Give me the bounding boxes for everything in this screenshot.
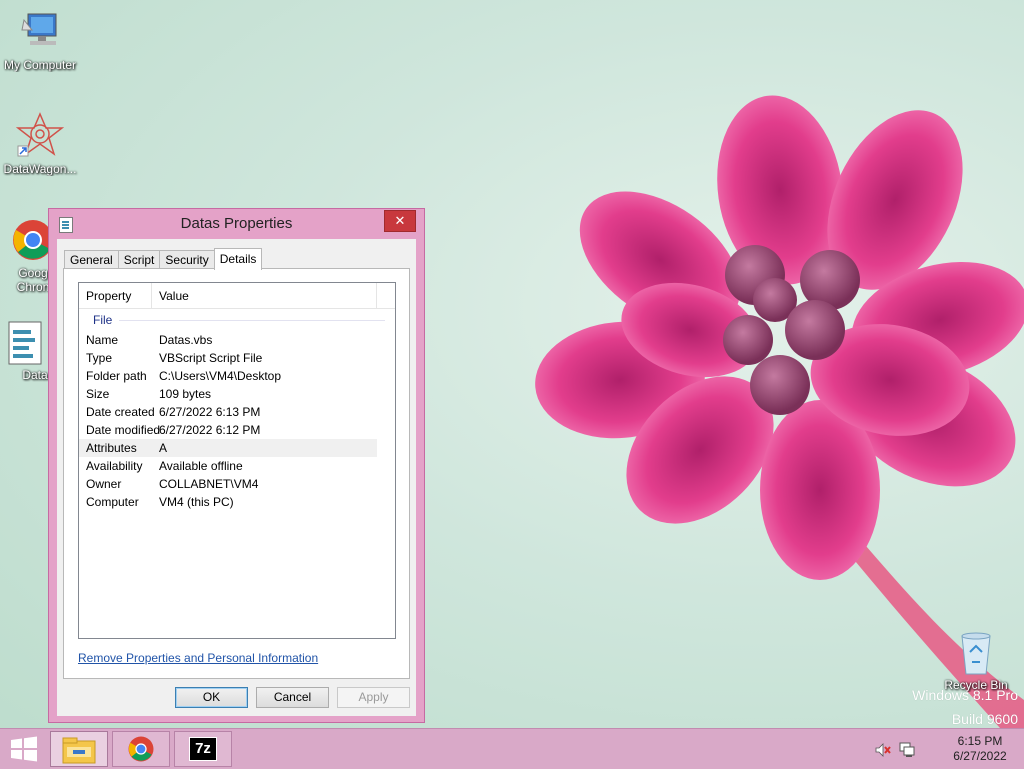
property-row[interactable]: Name Datas.vbs [79,331,377,349]
property-value: A [159,441,168,455]
property-row[interactable]: Computer VM4 (this PC) [79,493,377,511]
tab-general[interactable]: General [64,250,119,269]
network-icon[interactable] [899,741,915,757]
tab-details[interactable]: Details [213,248,263,270]
properties-dialog: Datas Properties ✕ General Script Securi… [48,208,425,723]
property-name: Size [86,387,110,401]
watermark-edition: Windows 8.1 Pro [912,687,1018,703]
chrome-icon [128,736,154,762]
property-value: Available offline [159,459,243,473]
property-name: Computer [86,495,139,509]
clock-date: 6/27/2022 [953,749,1007,763]
property-rows: Name Datas.vbs Type VBScript Script File Fol… [79,331,377,511]
property-row[interactable]: Type VBScript Script File [79,349,377,367]
tab-strip: General Script Security Details [64,248,263,270]
datawagon-icon [16,112,64,157]
taskbar: 7z 6:15 PM 6/27/2022 [0,728,1024,769]
desktop-icon-label: My Computer [3,58,77,72]
computer-icon [21,13,57,45]
desktop-icon-label: DataWagon... [3,162,77,176]
cancel-button[interactable]: Cancel [256,687,329,708]
property-value: C:\Users\VM4\Desktop [159,369,282,383]
property-row[interactable]: Attributes A [79,439,377,457]
property-value: 6/27/2022 6:12 PM [159,423,261,437]
property-name: Folder path [86,369,147,383]
property-row[interactable]: Folder path C:\Users\VM4\Desktop [79,367,377,385]
property-name: Name [86,333,119,347]
property-value: Datas.vbs [159,333,213,347]
column-header-value[interactable]: Value [152,283,377,308]
property-name: Availability [86,459,143,473]
list-header: Property Value [79,283,395,309]
system-clock[interactable]: 6:15 PM 6/27/2022 [940,734,1020,764]
group-header-file: File [93,313,113,327]
dialog-titlebar[interactable]: Datas Properties ✕ [49,209,424,237]
desktop-icon-datas-vbs[interactable]: Data [0,320,50,382]
property-name: Date modified [86,423,161,437]
property-name: Type [86,351,113,365]
property-row[interactable]: Date created 6/27/2022 6:13 PM [79,403,377,421]
details-list[interactable]: Property Value File Name Datas.vbs Type VBS… [78,282,396,639]
file-explorer-icon [62,737,96,764]
property-name: Attributes [86,441,137,455]
taskbar-file-explorer[interactable] [50,731,108,767]
7zip-icon: 7z [189,737,217,761]
group-divider [119,320,385,321]
property-row[interactable]: Availability Available offline [79,457,377,475]
dialog-title: Datas Properties [180,215,293,232]
windows-start-icon[interactable] [10,736,38,762]
recycle-bin-icon [961,632,991,675]
vbscript-file-icon [8,321,42,365]
property-value: COLLABNET\VM4 [159,477,259,491]
desktop-icon-label: Data [22,368,48,382]
close-button[interactable]: ✕ [384,210,416,232]
desktop-icon-my-computer[interactable]: My Computer [0,8,80,72]
dialog-client: General Script Security Details Property… [57,239,416,716]
property-value: 109 bytes [159,387,212,401]
tab-security[interactable]: Security [159,250,215,269]
tab-script[interactable]: Script [117,250,161,269]
taskbar-7zip[interactable]: 7z [174,731,232,767]
property-name: Date created [86,405,155,419]
column-header-property[interactable]: Property [79,283,152,308]
volume-muted-icon[interactable] [875,743,891,757]
property-row[interactable]: Owner COLLABNET\VM4 [79,475,377,493]
taskbar-chrome[interactable] [112,731,170,767]
property-name: Owner [86,477,122,491]
apply-button[interactable]: Apply [337,687,410,708]
property-value: 6/27/2022 6:13 PM [159,405,261,419]
property-value: VM4 (this PC) [159,495,234,509]
desktop-icon-datawagon[interactable]: DataWagon... [0,112,80,176]
windows-watermark: Windows 8.1 Pro Build 9600 [912,683,1018,731]
details-panel: Property Value File Name Datas.vbs Type VBS… [63,268,410,679]
property-row[interactable]: Size 109 bytes [79,385,377,403]
ok-button[interactable]: OK [175,687,248,708]
property-row[interactable]: Date modified 6/27/2022 6:12 PM [79,421,377,439]
property-value: VBScript Script File [159,351,263,365]
clock-time: 6:15 PM [957,734,1003,748]
remove-properties-link[interactable]: Remove Properties and Personal Informati… [78,651,318,665]
